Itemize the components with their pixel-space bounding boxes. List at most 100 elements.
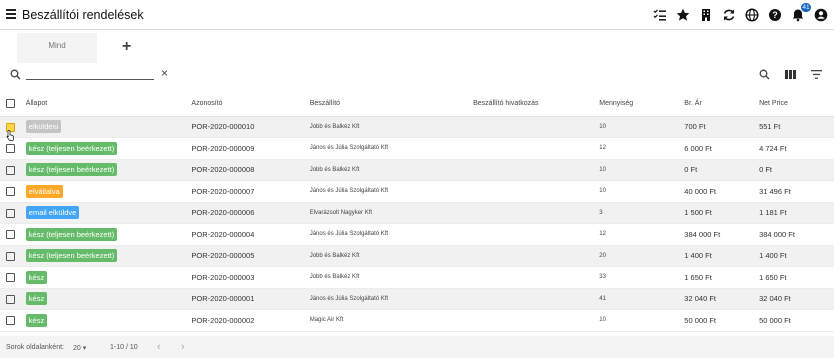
supplier-name: Jobb és Balkéz Kft — [309, 266, 474, 289]
order-id: POR-2020-000009 — [191, 137, 310, 160]
rows-per-page-select[interactable]: 20 ▾ — [73, 344, 86, 352]
quantity: 33 — [599, 266, 685, 289]
select-all-checkbox[interactable] — [6, 99, 15, 109]
supplier-name: Jobb és Balkéz Kft — [309, 116, 474, 138]
pagination-bar: Sorok oldalanként: 20 ▾ 1-10 / 10 ‹ › — [0, 336, 834, 358]
net-price: 1 181 Ft — [759, 202, 834, 224]
order-id: POR-2020-000007 — [191, 180, 310, 203]
row-checkbox[interactable] — [6, 187, 15, 196]
bell-icon[interactable]: 41 — [791, 3, 811, 22]
column-header-net-price[interactable]: Net Price — [759, 92, 834, 117]
table-row[interactable]: kész (teljesen beérkezett) POR-2020-0000… — [0, 223, 834, 246]
supplier-ref — [473, 116, 600, 138]
help-icon[interactable]: ? — [768, 8, 782, 22]
table-row[interactable]: kész (teljesen beérkezett) POR-2020-0000… — [0, 137, 834, 160]
view-columns-icon[interactable] — [784, 68, 796, 80]
supplier-ref — [473, 223, 600, 246]
quantity: 12 — [599, 223, 685, 246]
filter-icon[interactable] — [810, 68, 822, 80]
supplier-ref — [473, 266, 600, 289]
net-price: 0 Ft — [759, 159, 834, 181]
quantity: 10 — [599, 159, 685, 181]
next-page-button[interactable]: › — [181, 341, 185, 353]
gross-price: 6 000 Ft — [684, 137, 760, 160]
row-checkbox[interactable] — [6, 273, 15, 282]
prev-page-button[interactable]: ‹ — [157, 341, 161, 353]
row-checkbox[interactable] — [6, 316, 15, 325]
orders-table: Állapot Azonosító Beszállító Beszállító … — [0, 92, 834, 332]
row-checkbox[interactable] — [6, 208, 15, 218]
supplier-name: Jobb és Balkéz Kft — [309, 245, 474, 267]
order-id: POR-2020-000005 — [191, 245, 310, 267]
column-header-supplier-ref[interactable]: Beszállító hivatkozás — [473, 92, 600, 117]
gross-price: 40 000 Ft — [684, 180, 760, 203]
column-header-quantity[interactable]: Mennyiség — [599, 92, 685, 117]
supplier-ref — [473, 180, 600, 203]
menu-icon[interactable] — [6, 9, 16, 19]
quantity: 20 — [599, 245, 685, 267]
search-icon[interactable] — [758, 68, 770, 80]
table-row[interactable]: kész (teljesen beérkezett) POR-2020-0000… — [0, 245, 834, 267]
status-badge: kész — [25, 313, 48, 327]
row-checkbox[interactable] — [6, 294, 15, 304]
column-header-gross-price[interactable]: Br. Ár — [684, 92, 760, 117]
table-row[interactable]: elküldeni POR-2020-000010 Jobb és Balkéz… — [0, 116, 834, 138]
row-checkbox[interactable] — [6, 165, 15, 175]
column-header-id[interactable]: Azonosító — [191, 92, 310, 117]
supplier-ref — [473, 245, 600, 267]
net-price: 1 650 Ft — [759, 266, 834, 289]
quantity: 10 — [599, 180, 685, 203]
notification-badge: 41 — [801, 3, 811, 12]
search-input[interactable] — [26, 66, 154, 80]
refresh-icon[interactable] — [722, 8, 736, 22]
table-row[interactable]: kész POR-2020-000003 Jobb és Balkéz Kft … — [0, 266, 834, 289]
gross-price: 1 650 Ft — [684, 266, 760, 289]
gross-price: 32 040 Ft — [684, 288, 760, 310]
row-checkbox[interactable] — [6, 230, 15, 239]
quantity: 12 — [599, 137, 685, 160]
table-row[interactable]: kész (teljesen beérkezett) POR-2020-0000… — [0, 159, 834, 181]
table-row[interactable]: email elküldve POR-2020-000006 Elvarázso… — [0, 202, 834, 224]
quantity: 41 — [599, 288, 685, 310]
supplier-ref — [473, 202, 600, 224]
search-toolbar: × — [0, 62, 834, 90]
order-id: POR-2020-000010 — [191, 116, 310, 138]
gross-price: 1 400 Ft — [684, 245, 760, 267]
status-badge: email elküldve — [25, 206, 80, 220]
table-row[interactable]: elvállalva POR-2020-000007 János és Júli… — [0, 180, 834, 203]
globe-icon[interactable] — [745, 8, 759, 22]
net-price: 31 496 Ft — [759, 180, 834, 203]
clear-search-icon[interactable]: × — [161, 66, 168, 80]
row-checkbox[interactable] — [6, 144, 15, 153]
quantity: 3 — [599, 202, 685, 224]
table-row[interactable]: kész POR-2020-000001 János és Júlia Szol… — [0, 288, 834, 310]
status-badge: kész (teljesen beérkezett) — [25, 163, 118, 177]
table-row[interactable]: kész POR-2020-000002 Magic Air Kft 10 50… — [0, 309, 834, 332]
net-price: 551 Ft — [759, 116, 834, 138]
add-tab-button[interactable]: + — [122, 38, 131, 56]
rows-per-page-label: Sorok oldalanként: — [6, 344, 64, 351]
star-icon[interactable] — [676, 8, 690, 22]
status-badge: kész — [25, 270, 48, 284]
page-title: Beszállítói rendelések — [22, 8, 144, 22]
order-id: POR-2020-000003 — [191, 266, 310, 289]
supplier-name: Elvarázsolt Nagyker Kft — [309, 202, 474, 224]
quantity: 10 — [599, 309, 685, 332]
row-checkbox[interactable] — [6, 251, 15, 261]
net-price: 32 040 Ft — [759, 288, 834, 310]
gross-price: 384 000 Ft — [684, 223, 760, 246]
account-circle-icon[interactable] — [814, 8, 828, 22]
format-list-checks-icon[interactable] — [653, 8, 667, 22]
gross-price: 700 Ft — [684, 116, 760, 138]
status-badge: kész (teljesen beérkezett) — [25, 249, 118, 263]
svg-text:?: ? — [772, 10, 778, 20]
net-price: 384 000 Ft — [759, 223, 834, 246]
column-header-supplier[interactable]: Beszállító — [309, 92, 474, 117]
hand-cursor-icon — [6, 129, 14, 141]
table-header-row: Állapot Azonosító Beszállító Beszállító … — [0, 92, 834, 117]
column-header-status[interactable]: Állapot — [25, 92, 192, 117]
tab-all[interactable]: Mind — [17, 33, 97, 63]
building-icon[interactable] — [699, 8, 713, 22]
net-price: 1 400 Ft — [759, 245, 834, 267]
app-bar: Beszállítói rendelések ? 41 — [0, 0, 834, 30]
